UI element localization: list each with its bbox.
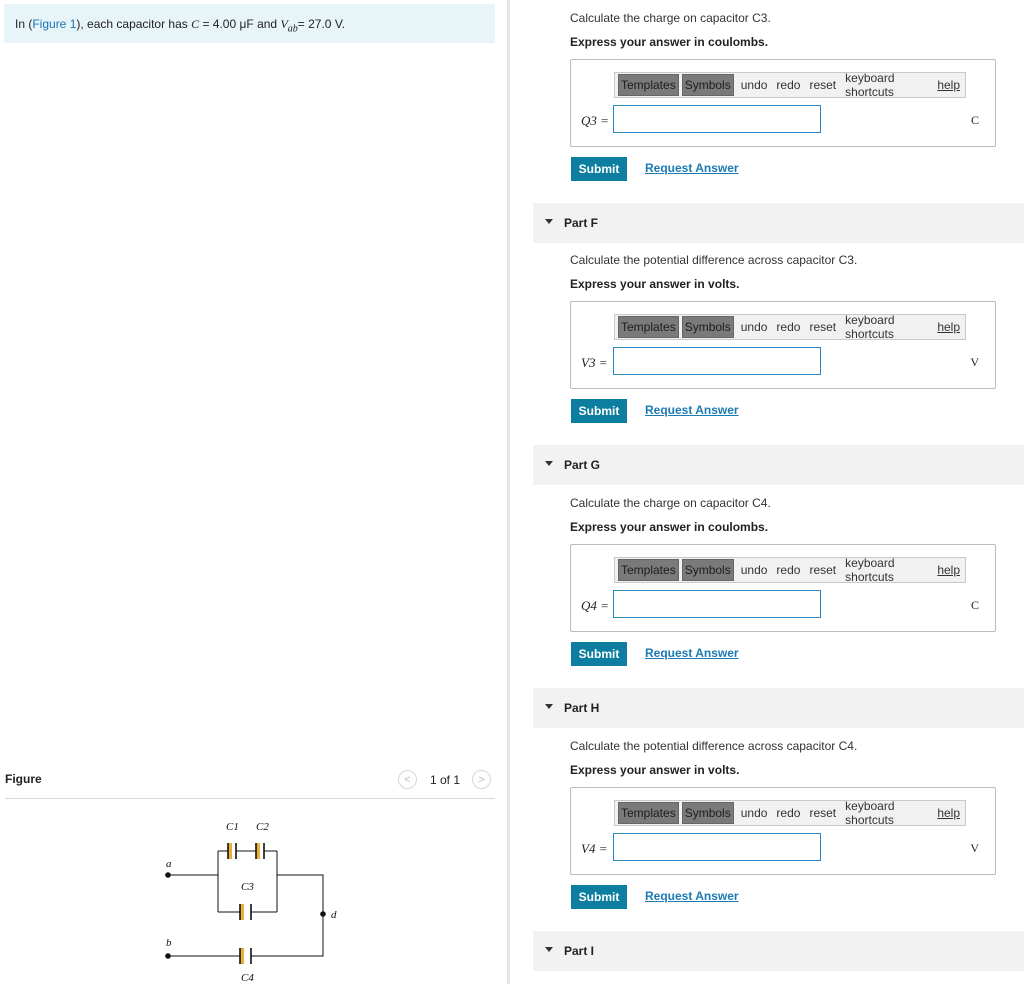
redo-button[interactable]: redo	[776, 563, 800, 577]
reset-button[interactable]: reset	[809, 78, 836, 92]
v4-label: V4 =	[581, 841, 608, 856]
figure-count: 1 of 1	[430, 772, 461, 787]
prev-figure-button[interactable]: <	[398, 770, 417, 789]
undo-button[interactable]: undo	[741, 563, 768, 577]
node-b	[165, 953, 171, 959]
part-title: Part F	[564, 216, 599, 230]
part-e-instructions: Express your answer in coulombs.	[570, 35, 769, 49]
label-b: b	[166, 937, 172, 949]
keyboard-shortcuts-button[interactable]: keyboard shortcuts	[845, 71, 928, 99]
label-a: a	[166, 858, 172, 870]
help-button[interactable]: help	[937, 563, 960, 577]
caret-down-icon	[545, 704, 553, 709]
part-title: Part G	[564, 458, 601, 472]
label-d: d	[331, 909, 337, 921]
request-answer-link[interactable]: Request Answer	[645, 889, 739, 903]
help-button[interactable]: help	[937, 320, 960, 334]
reset-button[interactable]: reset	[809, 563, 836, 577]
submit-button[interactable]: Submit	[571, 642, 627, 666]
request-answer-link[interactable]: Request Answer	[645, 161, 739, 175]
part-i-header[interactable]: Part I	[533, 931, 1024, 971]
part-g-instructions: Express your answer in coulombs.	[570, 520, 769, 534]
redo-button[interactable]: redo	[776, 320, 800, 334]
undo-button[interactable]: undo	[741, 78, 768, 92]
part-title: Part H	[564, 701, 600, 715]
keyboard-shortcuts-button[interactable]: keyboard shortcuts	[845, 313, 928, 341]
figure-title: Figure	[5, 772, 42, 786]
part-title: Part I	[564, 944, 595, 958]
math-toolbar: Templates Symbols undo redo reset keyboa…	[614, 313, 966, 341]
submit-button[interactable]: Submit	[571, 399, 627, 423]
label-c1: C1	[226, 821, 239, 833]
request-answer-link[interactable]: Request Answer	[645, 646, 739, 660]
problem-statement: In (Figure 1), each capacitor has C = 4.…	[4, 4, 495, 43]
math-toolbar: Templates Symbols undo redo reset keyboa…	[614, 71, 966, 99]
part-f-answer-box: Templates Symbols undo redo reset keyboa…	[570, 301, 996, 389]
caret-down-icon	[545, 947, 553, 952]
part-g-header[interactable]: Part G	[533, 445, 1024, 485]
help-button[interactable]: help	[937, 78, 960, 92]
part-h-header[interactable]: Part H	[533, 688, 1024, 728]
figure-pager: < 1 of 1 >	[398, 770, 492, 789]
label-c4: C4	[241, 972, 254, 984]
request-answer-link[interactable]: Request Answer	[645, 403, 739, 417]
keyboard-shortcuts-button[interactable]: keyboard shortcuts	[845, 799, 928, 827]
submit-button[interactable]: Submit	[571, 885, 627, 909]
part-f-instructions: Express your answer in volts.	[570, 277, 740, 291]
q3-label: Q3 =	[581, 113, 609, 128]
figure-link[interactable]: Figure 1	[32, 17, 76, 31]
part-g-prompt: Calculate the charge on capacitor C4.	[570, 496, 771, 510]
templates-button[interactable]: Templates	[618, 559, 679, 581]
node-a	[165, 872, 171, 878]
templates-button[interactable]: Templates	[618, 802, 679, 824]
q3-input[interactable]	[613, 105, 821, 133]
symbols-button[interactable]: Symbols	[681, 74, 734, 96]
v4-input[interactable]	[613, 833, 821, 861]
figure-divider	[5, 798, 495, 799]
undo-button[interactable]: undo	[741, 806, 768, 820]
caret-down-icon	[545, 461, 553, 466]
unit-label: C	[970, 598, 979, 612]
part-h-instructions: Express your answer in volts.	[570, 763, 740, 777]
circuit-diagram: C1 C2 C3 C4 a b d	[165, 821, 337, 984]
part-e-answer-box: Templates Symbols undo redo reset keyboa…	[570, 59, 996, 147]
part-f-prompt: Calculate the potential difference acros…	[570, 253, 858, 267]
symbols-button[interactable]: Symbols	[681, 802, 734, 824]
templates-button[interactable]: Templates	[618, 74, 679, 96]
symbols-button[interactable]: Symbols	[681, 559, 734, 581]
part-h-prompt: Calculate the potential difference acros…	[570, 739, 858, 753]
part-g-answer-box: Templates Symbols undo redo reset keyboa…	[570, 544, 996, 632]
templates-button[interactable]: Templates	[618, 316, 679, 338]
unit-label: C	[970, 113, 979, 127]
keyboard-shortcuts-button[interactable]: keyboard shortcuts	[845, 556, 928, 584]
next-figure-button[interactable]: >	[472, 770, 492, 789]
q4-input[interactable]	[613, 590, 821, 618]
v3-label: V3 =	[581, 355, 608, 370]
reset-button[interactable]: reset	[809, 320, 836, 334]
undo-button[interactable]: undo	[741, 320, 768, 334]
label-c3: C3	[241, 881, 254, 893]
math-toolbar: Templates Symbols undo redo reset keyboa…	[614, 556, 966, 584]
part-h-answer-box: Templates Symbols undo redo reset keyboa…	[570, 787, 996, 875]
pane-divider[interactable]	[507, 0, 510, 984]
symbols-button[interactable]: Symbols	[681, 316, 734, 338]
part-e-prompt: Calculate the charge on capacitor C3.	[570, 11, 771, 25]
redo-button[interactable]: redo	[776, 78, 800, 92]
part-f-header[interactable]: Part F	[533, 203, 1024, 243]
caret-down-icon	[545, 219, 553, 224]
node-d	[320, 911, 326, 917]
submit-button[interactable]: Submit	[571, 157, 627, 181]
redo-button[interactable]: redo	[776, 806, 800, 820]
label-c2: C2	[256, 821, 269, 833]
v3-input[interactable]	[613, 347, 821, 375]
unit-label: V	[970, 355, 979, 369]
q4-label: Q4 =	[581, 598, 609, 613]
math-toolbar: Templates Symbols undo redo reset keyboa…	[614, 799, 966, 827]
unit-label: V	[970, 841, 979, 855]
help-button[interactable]: help	[937, 806, 960, 820]
reset-button[interactable]: reset	[809, 806, 836, 820]
